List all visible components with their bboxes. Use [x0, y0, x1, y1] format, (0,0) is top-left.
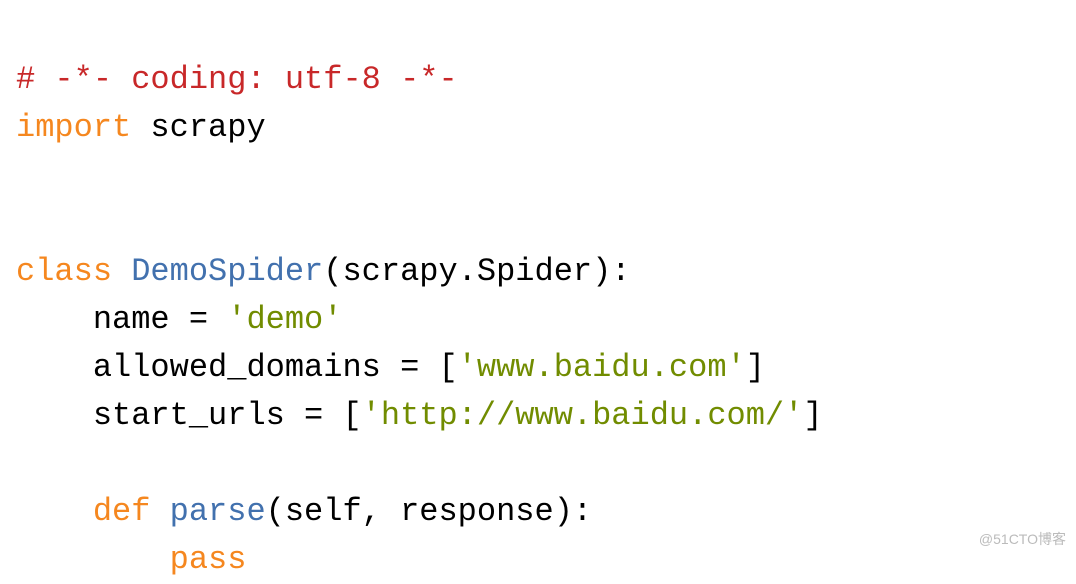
space — [150, 493, 169, 530]
indent — [16, 349, 93, 386]
indent — [16, 301, 93, 338]
code-block: # -*- coding: utf-8 -*- import scrapy cl… — [16, 8, 1060, 584]
paren-close: ): — [592, 253, 630, 290]
space — [112, 253, 131, 290]
keyword-import: import — [16, 109, 131, 146]
string-literal: 'www.baidu.com' — [458, 349, 746, 386]
class-name: DemoSpider — [131, 253, 323, 290]
string-literal: 'http://www.baidu.com/' — [362, 397, 804, 434]
module-name: scrapy — [131, 109, 265, 146]
indent — [16, 397, 93, 434]
keyword-pass: pass — [170, 541, 247, 578]
var-assign: name = — [93, 301, 227, 338]
paren-open: ( — [323, 253, 342, 290]
indent — [16, 541, 170, 578]
function-args: (self, response): — [266, 493, 592, 530]
indent — [16, 493, 93, 530]
function-name: parse — [170, 493, 266, 530]
string-literal: 'demo' — [227, 301, 342, 338]
base-class: scrapy.Spider — [342, 253, 592, 290]
keyword-def: def — [93, 493, 151, 530]
bracket-close: ] — [746, 349, 765, 386]
var-assign: allowed_domains = [ — [93, 349, 458, 386]
keyword-class: class — [16, 253, 112, 290]
bracket-close: ] — [803, 397, 822, 434]
watermark-text: @51CTO博客 — [979, 529, 1066, 550]
comment-line: # -*- coding: utf-8 -*- — [16, 61, 458, 98]
var-assign: start_urls = [ — [93, 397, 362, 434]
